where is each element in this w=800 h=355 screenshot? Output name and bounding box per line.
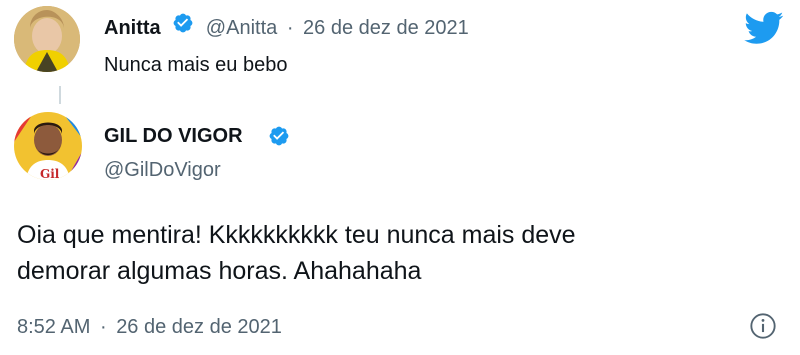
reply-timestamp[interactable]: 8:52 AM · 26 de dez de 2021 — [17, 313, 282, 341]
reply-tweet-text-line1: Oia que mentira! Kkkkkkkkkk teu nunca ma… — [17, 221, 576, 249]
reply-avatar-image: Gil — [14, 112, 82, 180]
twitter-bird-icon — [744, 11, 784, 44]
info-button[interactable] — [749, 312, 777, 340]
parent-avatar[interactable] — [14, 6, 80, 72]
reply-tweet-body: Oia que mentira! Kkkkkkkkkk teu nunca ma… — [17, 217, 576, 289]
reply-time: 8:52 AM — [17, 316, 91, 338]
verified-badge-icon — [172, 12, 194, 42]
thread-line — [59, 86, 61, 104]
parent-handle[interactable]: @Anitta — [206, 17, 277, 39]
parent-date[interactable]: 26 de dez de 2021 — [303, 17, 469, 39]
reply-display-name[interactable]: GIL DO VIGOR — [104, 122, 243, 150]
parent-tweet-text: Nunca mais eu bebo — [104, 54, 288, 76]
parent-separator: · — [286, 17, 294, 39]
reply-avatar[interactable]: Gil — [14, 112, 82, 180]
reply-tweet-text-line2: demorar algumas horas. Ahahahaha — [17, 257, 422, 285]
parent-header: Anitta @Anitta · 26 de dez de 2021 — [104, 12, 469, 42]
svg-text:Gil: Gil — [40, 167, 60, 180]
reply-date: 26 de dez de 2021 — [116, 316, 282, 338]
parent-display-name[interactable]: Anitta — [104, 17, 161, 39]
parent-avatar-image — [14, 6, 80, 72]
reply-handle[interactable]: @GilDoVigor — [104, 156, 221, 184]
info-icon — [750, 313, 776, 339]
brand-logo[interactable] — [742, 8, 786, 48]
reply-separator: · — [99, 316, 107, 338]
verified-badge-icon — [268, 125, 290, 152]
